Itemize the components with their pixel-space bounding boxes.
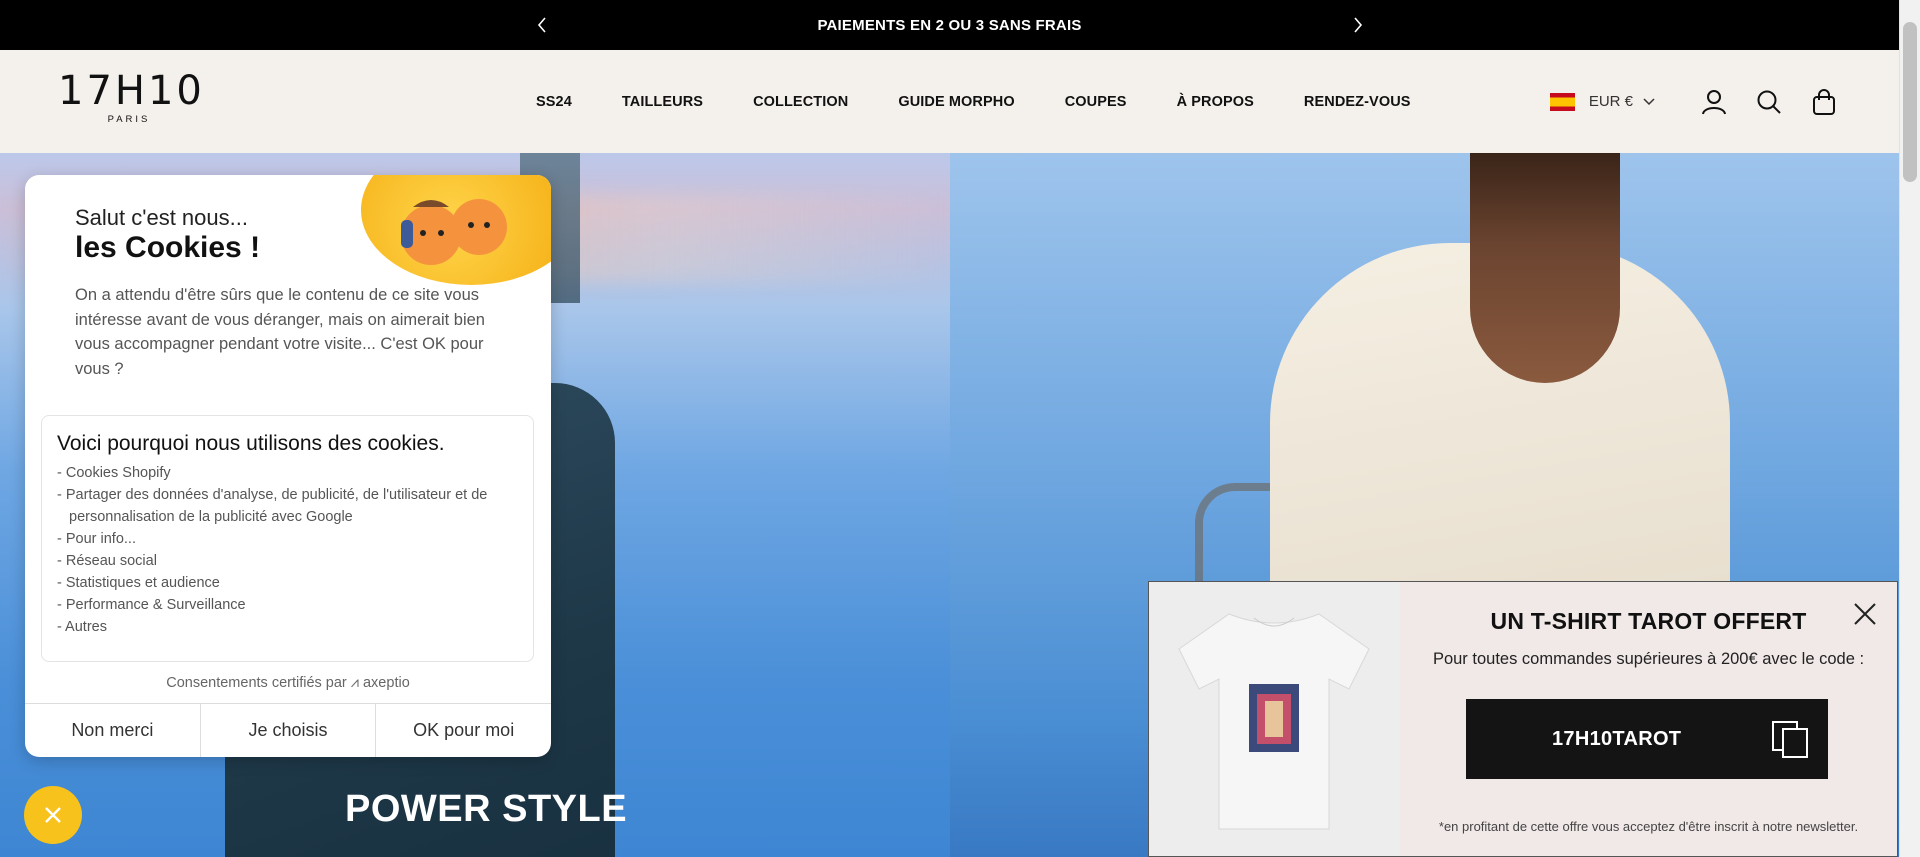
close-icon: [45, 807, 61, 823]
cookie-widget-close-button[interactable]: [24, 786, 82, 844]
page-scrollbar[interactable]: [1899, 0, 1920, 857]
nav-item-coupes[interactable]: COUPES: [1065, 94, 1127, 110]
nav-item-collection[interactable]: COLLECTION: [753, 94, 848, 110]
list-item: - Autres: [57, 619, 107, 635]
choose-cookies-button[interactable]: Je choisis: [201, 704, 377, 757]
accept-cookies-button[interactable]: OK pour moi: [376, 704, 551, 757]
currency-label: EUR €: [1588, 93, 1633, 110]
list-item: - Réseau social: [57, 553, 157, 569]
site-header: 17H10 PARIS SS24 TAILLEURS COLLECTION GU…: [0, 50, 1899, 153]
chevron-right-icon[interactable]: [1345, 12, 1371, 38]
chevron-down-icon: [1643, 97, 1655, 105]
cookie-reasons-list: - Cookies Shopify - Partager des données…: [57, 462, 518, 638]
close-icon[interactable]: [1851, 600, 1879, 628]
list-item: - Pour info...: [57, 531, 136, 547]
cookie-box-title: Voici pourquoi nous utilisons des cookie…: [57, 432, 445, 455]
nav-item-ss24[interactable]: SS24: [536, 94, 572, 110]
promo-title: UN T-SHIRT TAROT OFFERT: [1490, 608, 1807, 634]
nav-item-guide-morpho[interactable]: GUIDE MORPHO: [898, 94, 1014, 110]
list-item: - Partager des données d'analyse, de pub…: [57, 487, 488, 525]
header-tools: EUR €: [1549, 50, 1899, 153]
promo-code: 17H10TAROT: [1552, 727, 1682, 750]
announcement-text: PAIEMENTS EN 2 OU 3 SANS FRAIS: [817, 16, 1082, 34]
logo-sub: PARIS: [107, 114, 151, 125]
cookie-mascot-illustration: [361, 175, 551, 285]
promo-code-button[interactable]: 17H10TAROT: [1466, 699, 1828, 779]
site-logo[interactable]: 17H10 PARIS: [58, 68, 205, 132]
cart-icon[interactable]: [1809, 87, 1839, 117]
refuse-cookies-button[interactable]: Non merci: [25, 704, 201, 757]
tshirt-icon: [1178, 613, 1370, 830]
search-icon[interactable]: [1754, 87, 1784, 117]
promo-text: Pour toutes commandes supérieures à 200€…: [1432, 650, 1865, 668]
hero-title[interactable]: POWER STYLE: [345, 788, 627, 831]
cookie-heading: les Cookies !: [75, 231, 261, 264]
currency-selector[interactable]: EUR €: [1549, 92, 1655, 111]
main-nav: SS24 TAILLEURS COLLECTION GUIDE MORPHO C…: [536, 50, 1411, 153]
list-item: - Performance & Surveillance: [57, 597, 246, 613]
account-icon[interactable]: [1699, 87, 1729, 117]
cookie-description: On a attendu d'être sûrs que le contenu …: [75, 286, 485, 378]
logo-main: 17H10: [58, 68, 205, 114]
nav-item-tailleurs[interactable]: TAILLEURS: [622, 94, 703, 110]
announcement-bar: PAIEMENTS EN 2 OU 3 SANS FRAIS: [0, 0, 1899, 50]
copy-icon: [1772, 721, 1808, 758]
tshirt-image: [1149, 582, 1400, 856]
promo-popup: UN T-SHIRT TAROT OFFERT Pour toutes comm…: [1148, 581, 1898, 857]
promo-content: UN T-SHIRT TAROT OFFERT Pour toutes comm…: [1400, 582, 1897, 856]
cookie-buttons: Non merci Je choisis OK pour moi: [25, 703, 551, 757]
cookie-consent-dialog: Salut c'est nous... les Cookies ! On a a…: [25, 175, 551, 757]
scrollbar-thumb[interactable]: [1903, 22, 1917, 182]
cookie-purposes-box: Voici pourquoi nous utilisons des cookie…: [41, 415, 534, 662]
chevron-left-icon[interactable]: [529, 12, 555, 38]
promo-note: *en profitant de cette offre vous accept…: [1438, 819, 1859, 834]
spain-flag-icon: [1549, 92, 1575, 111]
nav-item-rendez-vous[interactable]: RENDEZ-VOUS: [1304, 94, 1411, 110]
axeptio-certified-text[interactable]: Consentements certifiés par ⩘ axeptio: [25, 675, 551, 691]
list-item: - Cookies Shopify: [57, 465, 171, 481]
cookie-greeting: Salut c'est nous...: [75, 205, 248, 230]
nav-item-a-propos[interactable]: À PROPOS: [1177, 94, 1254, 110]
list-item: - Statistiques et audience: [57, 575, 220, 591]
